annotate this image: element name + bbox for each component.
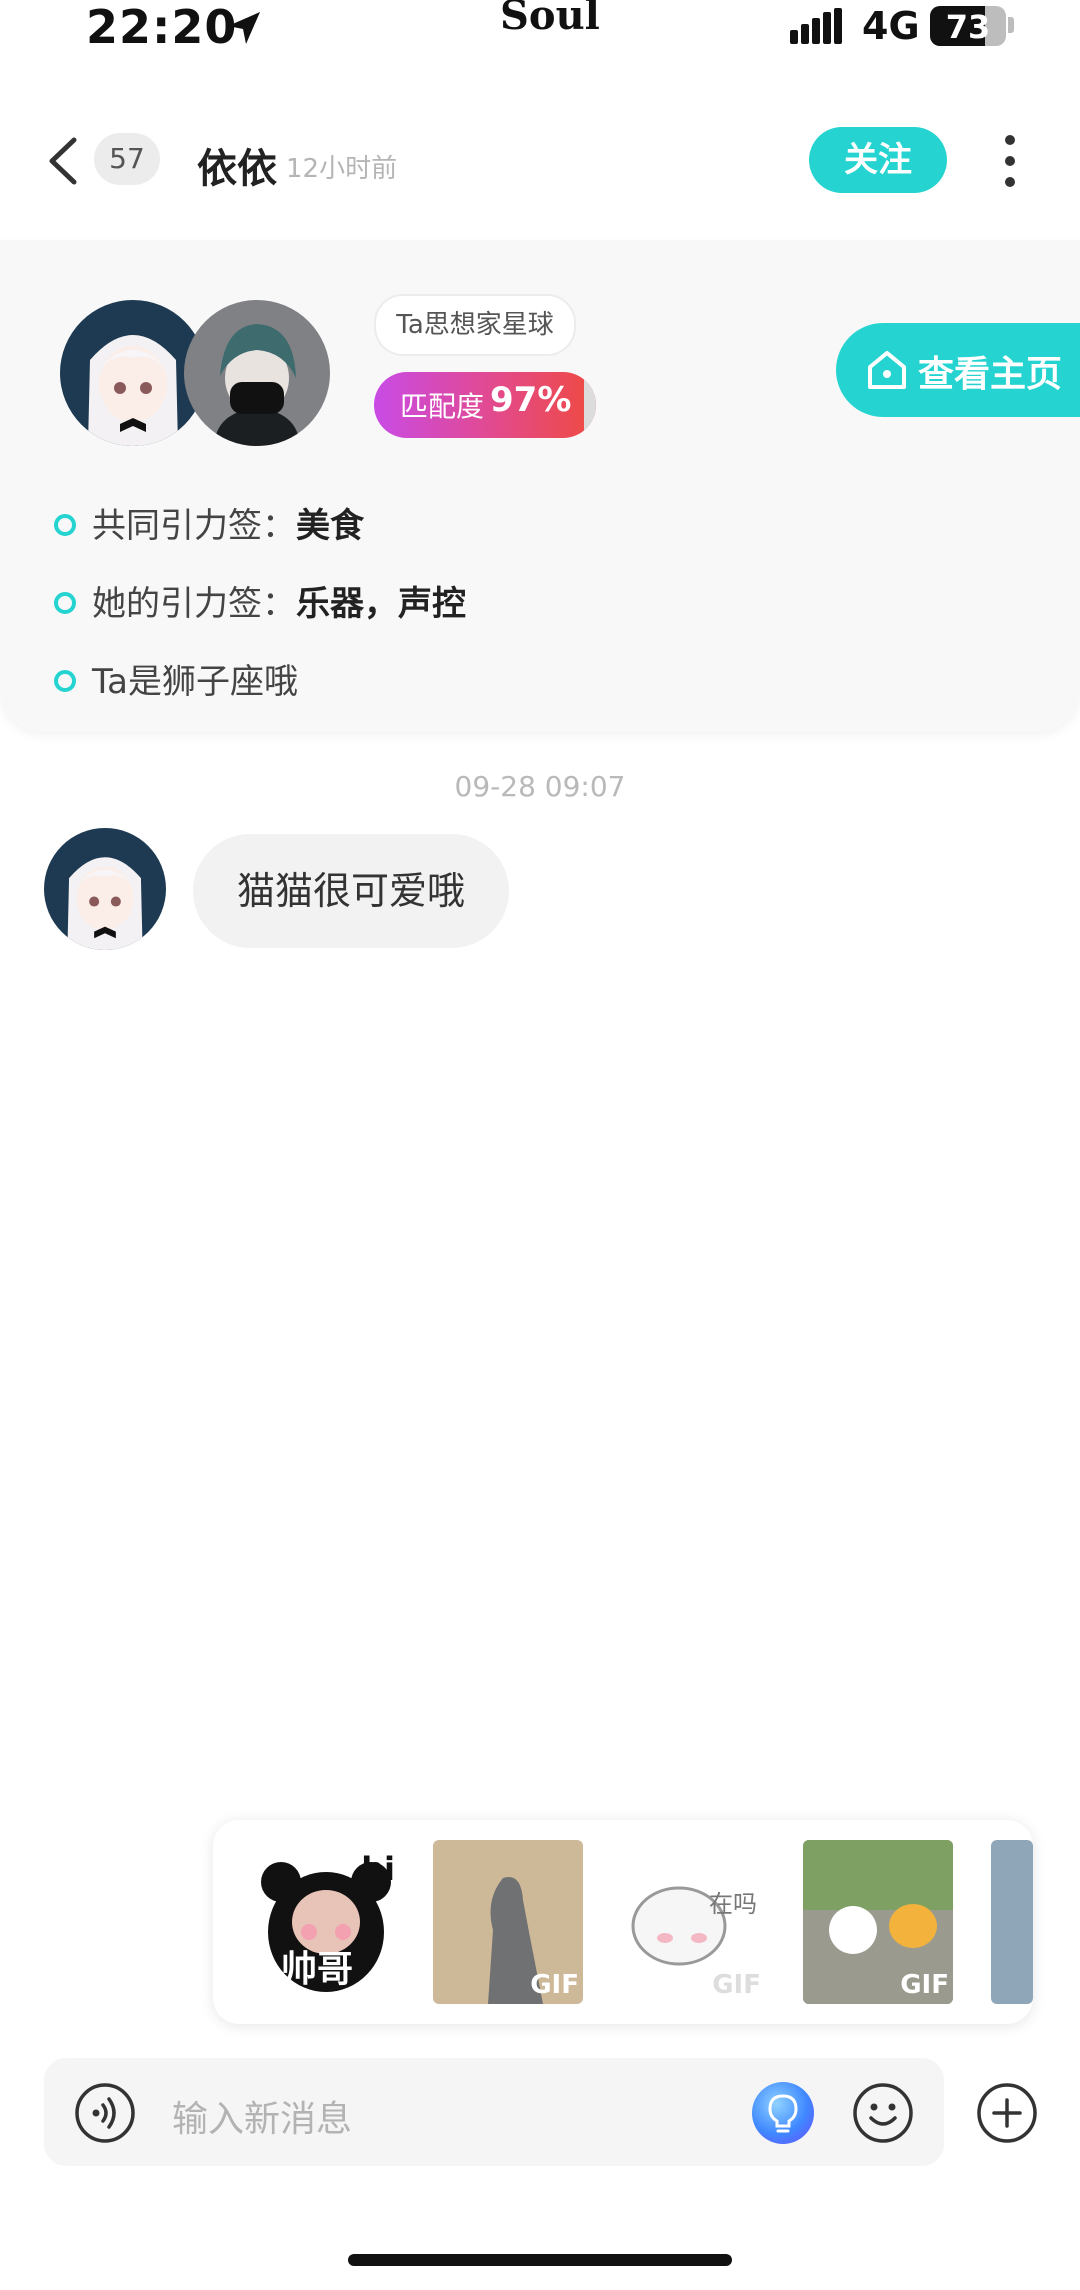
- match-rate-value: 97%: [490, 380, 572, 420]
- gif-badge: GIF: [900, 1970, 949, 2000]
- battery-icon: 73: [930, 6, 1006, 46]
- bullet-icon: [54, 669, 76, 692]
- sticker-item[interactable]: 在吗 GIF: [615, 1840, 765, 2004]
- sticker-overlay-text: 在吗: [709, 1890, 757, 1918]
- emoji-icon[interactable]: [852, 2082, 914, 2144]
- back-arrow-icon[interactable]: [44, 136, 84, 186]
- zodiac-row: Ta是狮子座哦: [54, 654, 298, 703]
- her-tags-row: 她的引力签：乐器，声控: [54, 576, 466, 625]
- ai-assistant-button[interactable]: [752, 2082, 814, 2144]
- follow-button[interactable]: 关注: [809, 127, 947, 193]
- message-timestamp: 09-28 09:07: [454, 770, 626, 803]
- more-options-icon[interactable]: [996, 132, 1024, 190]
- message-input[interactable]: 输入新消息: [172, 2090, 352, 2142]
- ai-bulb-icon: [768, 2094, 798, 2133]
- view-homepage-button[interactable]: 查看主页: [836, 323, 1080, 417]
- add-attachment-icon[interactable]: [976, 2082, 1038, 2144]
- home-icon: [868, 351, 906, 389]
- signal-icon: [790, 8, 842, 44]
- sticker-suggestions: hi 帅哥 GIF 在吗 GIF GIF: [213, 1820, 1033, 2024]
- common-tags-value: 美食: [296, 506, 364, 546]
- common-tags-label: 共同引力签：: [92, 506, 296, 546]
- message-sender-avatar[interactable]: [44, 828, 166, 950]
- planet-tag[interactable]: Ta思想家星球: [374, 294, 576, 356]
- unread-count-badge[interactable]: 57: [94, 133, 160, 185]
- zodiac-label: Ta是狮子座哦: [92, 662, 298, 702]
- gif-badge: GIF: [530, 1970, 579, 2000]
- sticker-caption: 帅哥: [281, 1949, 354, 1990]
- sticker-item[interactable]: [991, 1840, 1033, 2004]
- sticker-overlay-text: hi: [361, 1850, 395, 1888]
- sticker-item[interactable]: hi 帅哥: [251, 1840, 401, 2004]
- voice-input-icon[interactable]: [74, 2082, 136, 2144]
- message-bubble[interactable]: 猫猫很可爱哦: [193, 834, 509, 948]
- common-tags-row: 共同引力签：美食: [54, 498, 364, 547]
- match-rate-badge: 匹配度 97%: [374, 372, 596, 438]
- sticker-item[interactable]: GIF: [803, 1840, 953, 2004]
- match-rate-remaining: [584, 372, 596, 438]
- chat-partner-name[interactable]: 依依: [197, 136, 277, 194]
- home-indicator[interactable]: [348, 2254, 732, 2266]
- bullet-icon: [54, 591, 76, 614]
- her-tags-value: 乐器，声控: [296, 584, 466, 624]
- gif-badge: GIF: [712, 1970, 761, 2000]
- match-rate-label: 匹配度: [400, 390, 485, 423]
- location-arrow-icon: [228, 12, 260, 44]
- last-seen: 12小时前: [286, 154, 398, 184]
- status-time: 22:20: [86, 0, 238, 54]
- her-tags-label: 她的引力签：: [92, 584, 296, 624]
- battery-tip: [1008, 17, 1014, 33]
- sticker-item[interactable]: GIF: [433, 1840, 583, 2004]
- bullet-icon: [54, 513, 76, 536]
- view-homepage-label: 查看主页: [918, 354, 1063, 395]
- app-name: Soul: [500, 0, 600, 39]
- battery-level: 73: [945, 8, 991, 46]
- network-type: 4G: [862, 4, 920, 48]
- my-avatar[interactable]: [184, 300, 330, 446]
